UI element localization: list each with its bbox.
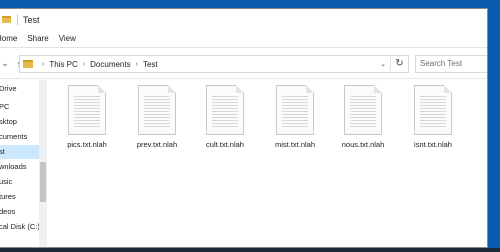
- tab-view[interactable]: View: [59, 34, 86, 43]
- document-icon: [138, 85, 176, 135]
- document-icon: [414, 85, 452, 135]
- scrollbar-thumb[interactable]: [40, 162, 46, 202]
- sidebar-item-music[interactable]: usic: [0, 175, 39, 189]
- address-row: ⌄ ↑ › This PC › Documents › Test ⌄ ↻ Sea…: [0, 49, 487, 79]
- title-bar: Test: [0, 9, 487, 30]
- sidebar-item-documents[interactable]: cuments: [0, 130, 39, 144]
- sidebar-item-downloads[interactable]: wnloads: [0, 160, 39, 174]
- file-list: pics.txt.nlah prev.txt.nlah cult.txt.nla…: [47, 80, 487, 247]
- sidebar-item-this-pc[interactable]: PC: [0, 100, 39, 114]
- file-name: mist.txt.nlah: [274, 140, 315, 149]
- file-item[interactable]: isnt.txt.nlah: [403, 85, 463, 149]
- sidebar-item-onedrive[interactable]: Drive: [0, 82, 39, 96]
- chevron-right-icon[interactable]: ›: [83, 61, 85, 68]
- window-title: Test: [23, 14, 40, 25]
- refresh-icon[interactable]: ↻: [390, 56, 408, 72]
- file-name: isnt.txt.nlah: [414, 140, 452, 149]
- file-name: cult.txt.nlah: [206, 140, 244, 149]
- breadcrumb-this-pc[interactable]: This PC: [49, 60, 77, 69]
- file-explorer-window: Test Home Share View ⌄ ↑ › This PC › Doc…: [0, 8, 488, 248]
- file-item[interactable]: nous.txt.nlah: [333, 85, 393, 149]
- folder-icon[interactable]: [2, 16, 11, 23]
- breadcrumb-documents[interactable]: Documents: [90, 60, 130, 69]
- title-separator: [17, 14, 18, 25]
- chevron-down-icon[interactable]: ⌄: [376, 60, 390, 68]
- file-item[interactable]: pics.txt.nlah: [57, 85, 117, 149]
- file-name: nous.txt.nlah: [341, 140, 385, 149]
- folder-icon: [23, 60, 33, 68]
- document-icon: [206, 85, 244, 135]
- file-item[interactable]: cult.txt.nlah: [195, 85, 255, 149]
- taskbar: [0, 248, 500, 252]
- navigation-pane: Drive PC sktop cuments st wnloads usic t…: [0, 80, 47, 247]
- ribbon-tabs: Home Share View: [0, 30, 487, 48]
- document-icon: [344, 85, 382, 135]
- search-input[interactable]: Search Test: [415, 55, 487, 73]
- address-bar[interactable]: › This PC › Documents › Test ⌄ ↻: [19, 55, 409, 73]
- document-icon: [276, 85, 314, 135]
- breadcrumb-test[interactable]: Test: [143, 60, 158, 69]
- sidebar-item-pictures[interactable]: tures: [0, 190, 39, 204]
- sidebar-item-videos[interactable]: deos: [0, 205, 39, 219]
- address-controls: ⌄ ↻: [376, 56, 408, 72]
- file-item[interactable]: prev.txt.nlah: [127, 85, 187, 149]
- file-name: prev.txt.nlah: [136, 140, 178, 149]
- document-icon: [68, 85, 106, 135]
- tab-share[interactable]: Share: [27, 34, 58, 43]
- sidebar-item-desktop[interactable]: sktop: [0, 115, 39, 129]
- chevron-right-icon[interactable]: ›: [136, 61, 138, 68]
- chevron-right-icon: ›: [42, 60, 45, 68]
- tab-home[interactable]: Home: [0, 34, 27, 43]
- file-name: pics.txt.nlah: [67, 140, 107, 149]
- file-item[interactable]: mist.txt.nlah: [265, 85, 325, 149]
- chevron-down-icon[interactable]: ⌄: [0, 58, 11, 69]
- sidebar-item-local-disk[interactable]: cal Disk (C:): [0, 220, 39, 234]
- sidebar-item-test[interactable]: st: [0, 145, 39, 159]
- sidebar-scrollbar[interactable]: [39, 80, 47, 247]
